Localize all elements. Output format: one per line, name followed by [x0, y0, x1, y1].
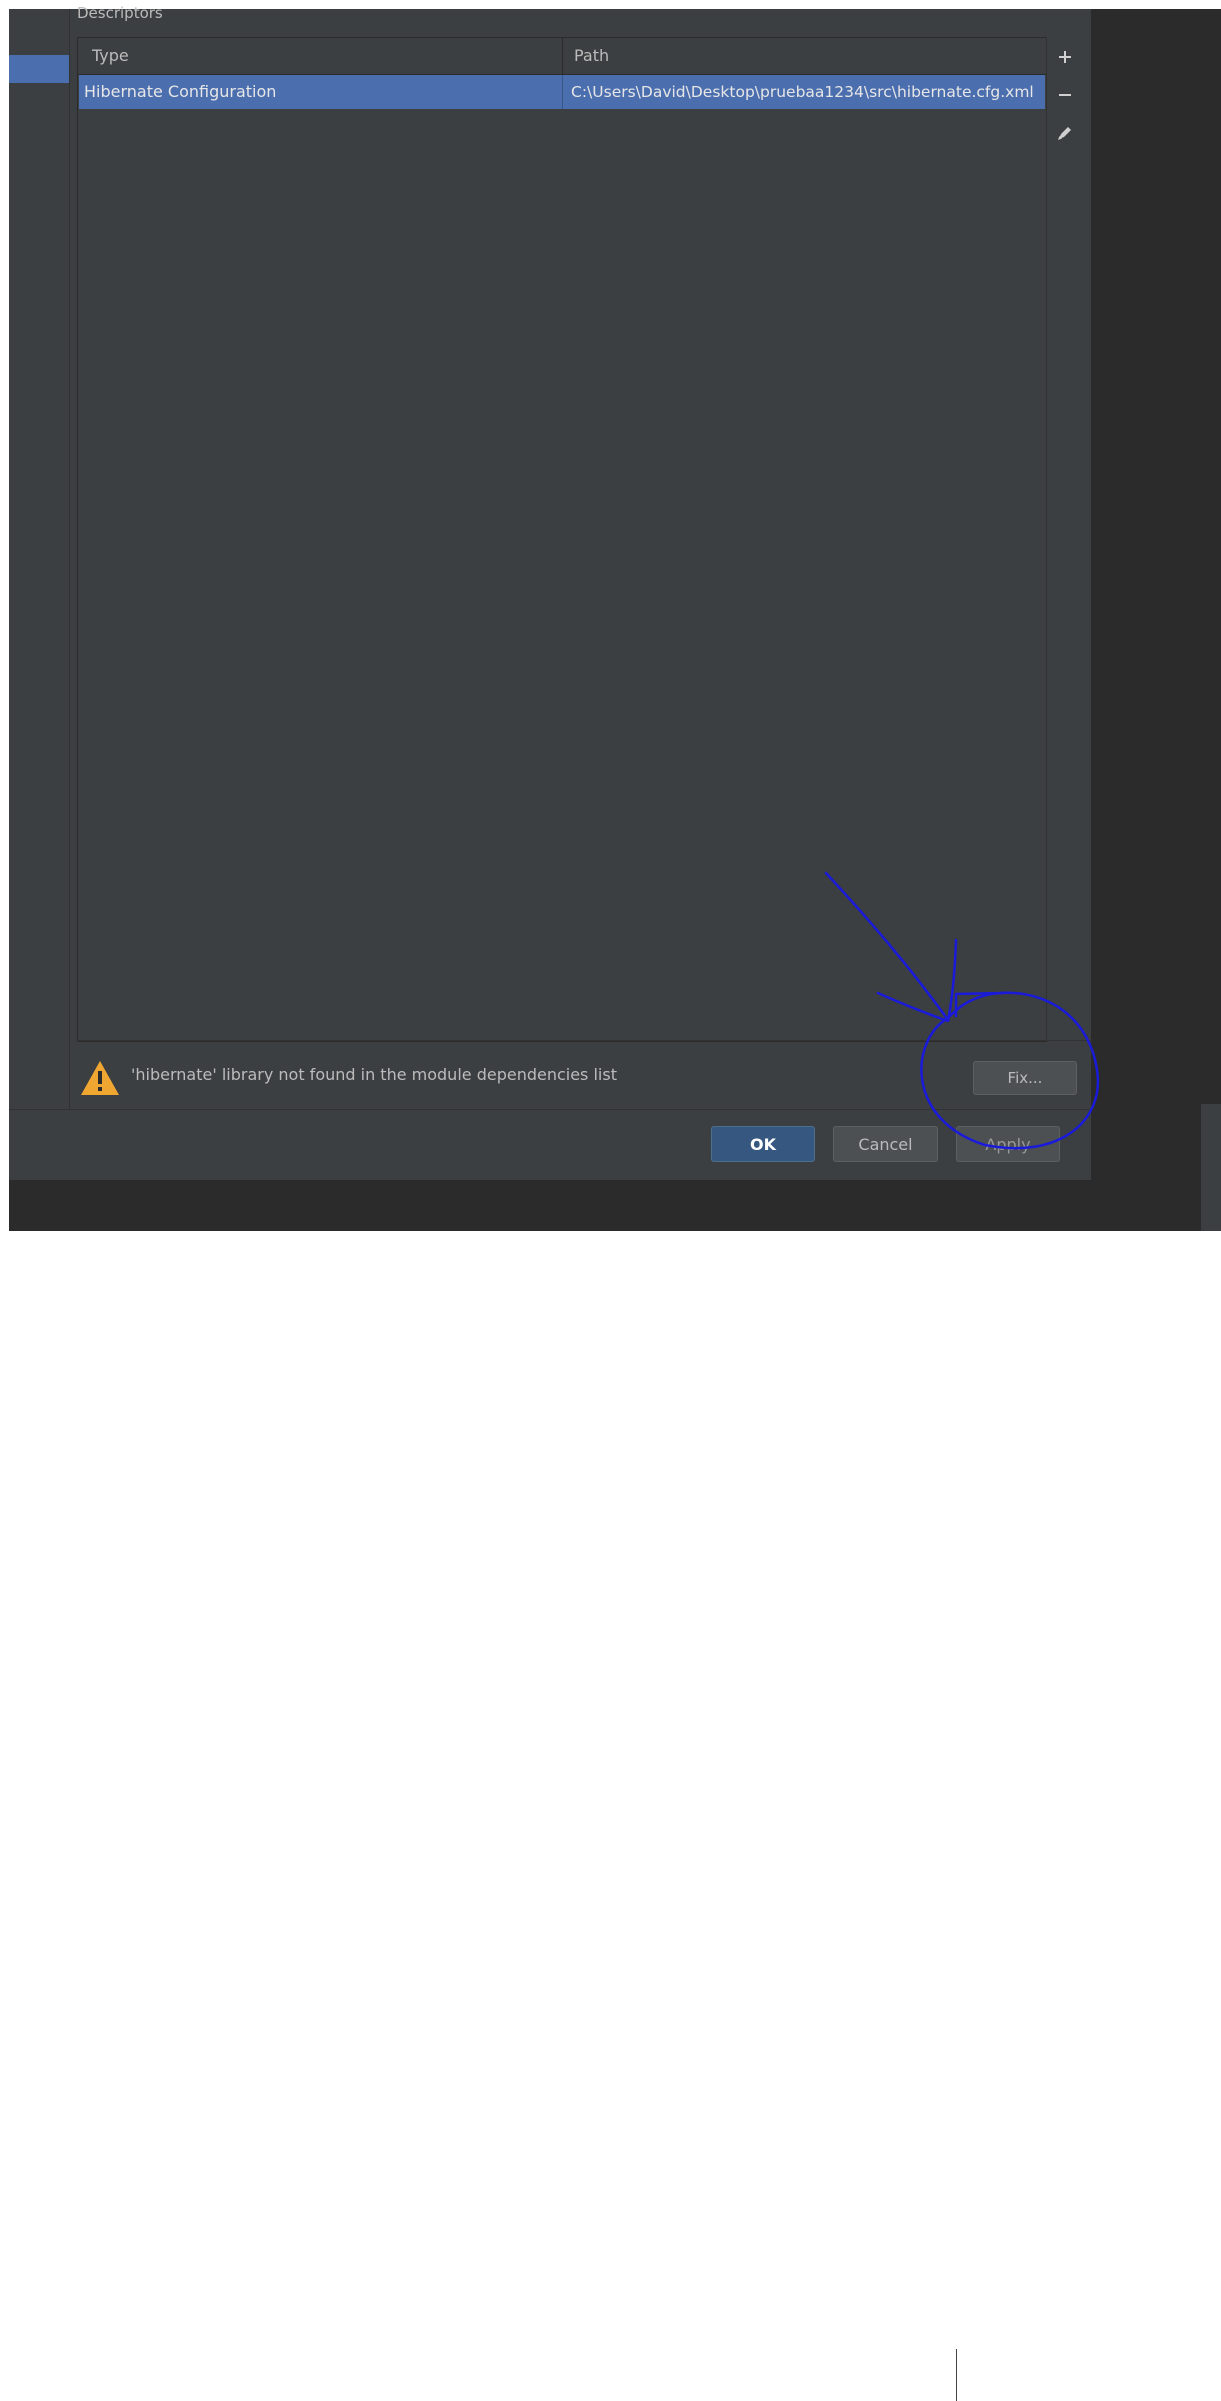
facet-list-panel: [9, 9, 70, 1109]
descriptors-toolbar: [1046, 37, 1083, 1040]
ide-background-bottom: [9, 1179, 1221, 2401]
dialog-button-bar: OK Cancel Apply: [9, 1109, 1091, 1180]
column-separator: [562, 38, 563, 74]
project-structure-dialog: Descriptors Type Path Hibernate Configur…: [9, 4, 1091, 1180]
cancel-button[interactable]: Cancel: [833, 1126, 938, 1162]
facet-list-selected-item[interactable]: [9, 55, 69, 83]
minus-icon[interactable]: [1051, 81, 1079, 109]
warning-message: 'hibernate' library not found in the mod…: [131, 1065, 617, 1084]
table-row[interactable]: Hibernate Configuration C:\Users\David\D…: [79, 75, 1045, 109]
column-header-type[interactable]: Type: [92, 38, 129, 74]
descriptors-table: Type Path Hibernate Configuration C:\Use…: [77, 37, 1047, 1042]
warning-bar: 'hibernate' library not found in the mod…: [77, 1040, 1091, 1109]
fix-button[interactable]: Fix...: [973, 1061, 1077, 1095]
table-header: Type Path: [78, 38, 1046, 75]
ide-divider: [956, 2349, 957, 2401]
pencil-icon[interactable]: [1051, 119, 1079, 147]
cell-type: Hibernate Configuration: [84, 82, 277, 101]
ok-button[interactable]: OK: [711, 1126, 815, 1162]
ide-screen: Descriptors Type Path Hibernate Configur…: [9, 4, 1221, 2401]
descriptors-label: Descriptors: [77, 4, 163, 22]
cell-path: C:\Users\David\Desktop\pruebaa1234\src\h…: [571, 83, 1034, 101]
plus-icon[interactable]: [1051, 43, 1079, 71]
ide-background-right: [1091, 9, 1221, 1179]
ide-scrollbar[interactable]: [1201, 1104, 1221, 1231]
warning-icon: [79, 1059, 121, 1097]
cell-separator: [562, 75, 563, 109]
column-header-path[interactable]: Path: [574, 38, 609, 74]
apply-button[interactable]: Apply: [956, 1126, 1060, 1162]
